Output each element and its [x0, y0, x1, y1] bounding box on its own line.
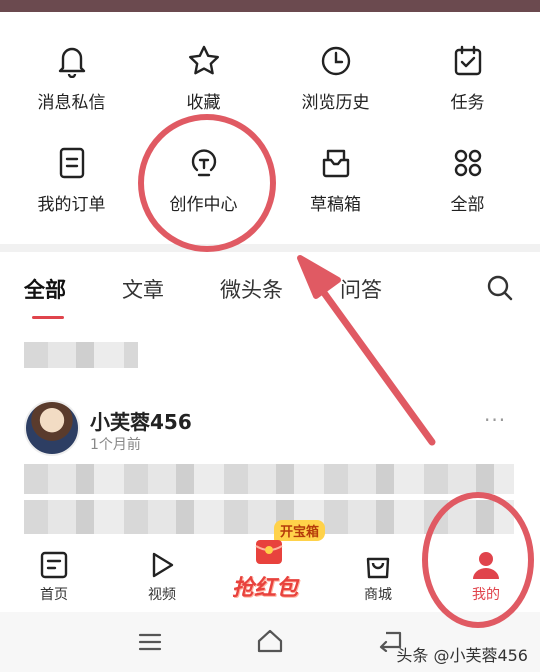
active-tab-indicator [32, 316, 64, 319]
promo-label: 抢红包 [232, 576, 299, 601]
avatar[interactable] [24, 400, 80, 456]
tab-micro-posts[interactable]: 微头条 [220, 274, 283, 304]
draft-box-icon [322, 149, 349, 178]
grid-item-label: 草稿箱 [310, 195, 361, 215]
nav-home[interactable]: 首页 [14, 550, 94, 604]
annotation-circle-mine [422, 492, 534, 628]
star-icon [188, 45, 219, 75]
grid-item-history[interactable]: 浏览历史 [268, 44, 403, 144]
home-doc-icon [40, 551, 68, 579]
red-packet-promo[interactable]: 开宝箱 抢红包 [222, 520, 326, 604]
grid-item-label: 收藏 [186, 93, 221, 113]
clock-icon [321, 46, 350, 76]
grid-item-all[interactable]: 全部 [400, 146, 535, 246]
calendar-check-icon [454, 45, 481, 76]
menu-icon[interactable] [138, 632, 162, 652]
grid-item-label: 全部 [450, 195, 485, 215]
grid-item-label: 我的订单 [37, 195, 106, 215]
content-tabs: 全部 文章 微头条 问答 [0, 252, 540, 324]
nav-label: 视频 [148, 587, 176, 603]
order-icon [59, 147, 84, 179]
search-icon[interactable] [486, 274, 514, 302]
nav-video[interactable]: 视频 [122, 550, 202, 604]
grid-icon [454, 149, 481, 177]
grid-item-label: 任务 [450, 93, 485, 113]
nav-label: 首页 [40, 587, 68, 603]
nav-label: 商城 [364, 587, 392, 603]
shopping-bag-icon [366, 557, 390, 579]
pixelated-text [24, 464, 514, 494]
more-options-icon[interactable]: ··· [484, 408, 506, 432]
grid-item-orders[interactable]: 我的订单 [4, 146, 139, 246]
bell-icon [58, 47, 85, 78]
status-bar-strip [0, 0, 540, 12]
red-packet-icon [255, 540, 283, 564]
pixelated-text [24, 342, 138, 368]
grid-item-tasks[interactable]: 任务 [400, 44, 535, 144]
grid-item-label: 消息私信 [37, 93, 106, 113]
tab-articles[interactable]: 文章 [122, 274, 164, 304]
play-icon [152, 552, 174, 578]
annotation-circle-creation-center [138, 114, 276, 252]
grid-item-drafts[interactable]: 草稿箱 [268, 146, 403, 246]
post-time: 1个月前 [90, 437, 141, 453]
tab-all[interactable]: 全部 [24, 274, 66, 304]
grid-item-messages[interactable]: 消息私信 [4, 44, 139, 144]
grid-item-label: 浏览历史 [301, 93, 370, 113]
tab-qa[interactable]: 问答 [340, 274, 382, 304]
post-author[interactable]: 小芙蓉456 [90, 406, 192, 435]
nav-mall[interactable]: 商城 [338, 550, 418, 604]
home-icon[interactable] [256, 628, 284, 654]
watermark: 头条 @小芙蓉456 [396, 646, 528, 665]
